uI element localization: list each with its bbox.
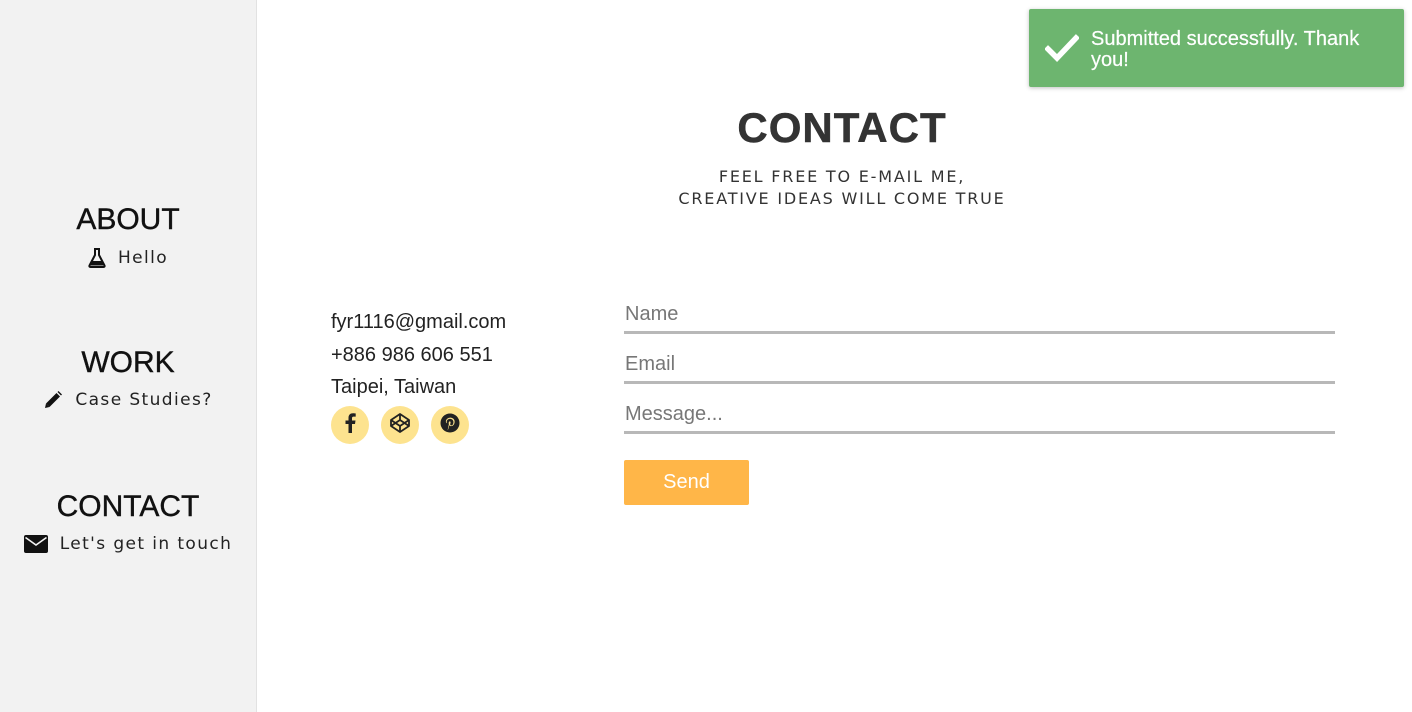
success-toast[interactable]: Submitted successfully. Thank you! [1029,9,1404,87]
social-links [331,406,469,444]
send-button[interactable]: Send [624,460,749,505]
sidebar-link-label: Hello [117,248,169,268]
contact-form: Send [624,298,1335,505]
sidebar: ABOUT Hello WORK Case Studies? CONTACT L… [0,0,257,712]
sidebar-section-contact: CONTACT Let's get in touch [0,490,256,554]
subtitle-line: CREATIVE IDEAS WILL COME TRUE [678,189,1006,208]
pinterest-link[interactable] [431,406,469,444]
sidebar-heading-work[interactable]: WORK [0,346,256,380]
sidebar-link-label: Let's get in touch [59,534,233,554]
sidebar-section-about: ABOUT Hello [0,203,256,268]
contact-info: fyr1116@gmail.com +886 986 606 551 Taipe… [331,306,506,404]
contact-email: fyr1116@gmail.com [331,311,507,333]
facebook-icon [344,412,356,438]
checkmark-icon [1044,33,1080,67]
sidebar-link-get-in-touch[interactable]: Let's get in touch [0,534,256,554]
facebook-link[interactable] [331,406,369,444]
sidebar-section-work: WORK Case Studies? [0,346,256,410]
subtitle-line: FEEL FREE TO E-MAIL ME, [718,167,966,186]
message-field[interactable] [624,398,1335,434]
sidebar-heading-contact[interactable]: CONTACT [0,490,256,524]
pencil-icon [43,390,63,410]
flask-icon [88,248,106,268]
contact-phone: +886 986 606 551 [331,343,493,366]
toast-message: Submitted successfully. Thank you! [1091,28,1360,71]
envelope-icon [23,535,48,553]
sidebar-link-hello[interactable]: Hello [0,248,256,268]
sidebar-link-case-studies[interactable]: Case Studies? [0,390,256,410]
page-title: CONTACT [737,104,947,152]
name-field[interactable] [624,298,1335,334]
email-field[interactable] [624,348,1335,384]
main-content: CONTACT FEEL FREE TO E-MAIL ME, CREATIVE… [257,0,1412,712]
contact-location: Taipei, Taiwan [331,376,457,398]
page-subtitle: FEEL FREE TO E-MAIL ME, CREATIVE IDEAS W… [257,166,1412,210]
codepen-icon [389,412,411,439]
pinterest-icon [440,413,460,438]
sidebar-heading-about[interactable]: ABOUT [0,203,256,237]
codepen-link[interactable] [381,406,419,444]
sidebar-link-label: Case Studies? [75,390,213,410]
